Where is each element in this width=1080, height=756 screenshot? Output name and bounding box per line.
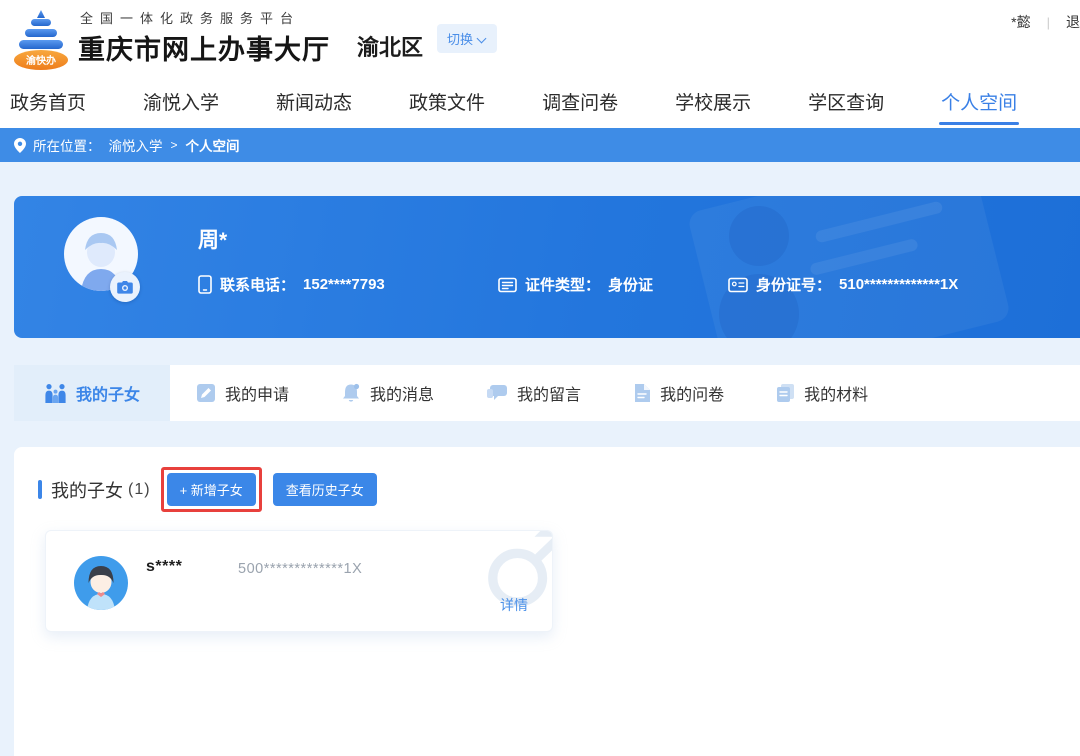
profile-id-number: 身份证号： 510*************1X <box>728 274 958 295</box>
breadcrumb: 所在位置： 渝悦入学 > 个人空间 <box>0 128 1080 162</box>
documents-icon <box>776 383 795 403</box>
profile-cert-type: 证件类型： 身份证 <box>498 274 653 295</box>
main-nav: 政务首页 渝悦入学 新闻动态 政策文件 调查问卷 学校展示 学区查询 个人空间 <box>0 84 1080 128</box>
cert-type-value: 身份证 <box>608 274 653 295</box>
change-avatar-button[interactable] <box>110 272 140 302</box>
personal-space-tabs: 我的子女 我的申请 我的消息 我的留言 <box>14 365 1080 421</box>
tab-my-messages[interactable]: 我的消息 <box>315 365 460 421</box>
switch-label: 切换 <box>447 29 473 48</box>
family-icon <box>44 383 67 403</box>
profile-name: 周* <box>198 224 227 254</box>
svg-text:渝快办: 渝快办 <box>26 54 56 67</box>
tab-label: 我的留言 <box>517 381 581 405</box>
phone-label: 联系电话： <box>220 274 295 295</box>
header-divider: | <box>1047 15 1050 30</box>
site-logo-icon: 渝快办 <box>10 8 72 72</box>
children-count: (1) <box>128 481 151 499</box>
section-title-bar <box>38 480 42 499</box>
breadcrumb-current: 个人空间 <box>186 135 240 155</box>
tab-label: 我的问卷 <box>660 381 724 405</box>
banner-watermark <box>729 206 789 266</box>
platform-name: 全国一体化政务服务平台 <box>80 8 300 27</box>
nav-item-survey[interactable]: 调查问卷 <box>542 84 618 128</box>
pencil-icon <box>196 383 216 403</box>
tab-my-comments[interactable]: 我的留言 <box>460 365 607 421</box>
profile-banner: 周* 联系电话： 152****7793 证件类型： 身份证 <box>14 196 1080 338</box>
tab-label: 我的子女 <box>76 381 140 405</box>
nav-item-home[interactable]: 政务首页 <box>10 84 86 128</box>
chat-bubbles-icon <box>486 384 508 403</box>
tab-my-materials[interactable]: 我的材料 <box>750 365 894 421</box>
logout-button[interactable]: 退出 <box>1066 12 1080 32</box>
add-child-button[interactable]: + 新增子女 <box>167 473 256 506</box>
nav-item-policy[interactable]: 政策文件 <box>409 84 485 128</box>
tab-label: 我的申请 <box>225 381 289 405</box>
child-name: s**** <box>146 558 182 576</box>
view-history-children-button[interactable]: 查看历史子女 <box>273 473 377 506</box>
child-avatar <box>74 556 128 610</box>
phone-value: 152****7793 <box>303 276 385 293</box>
profile-phone: 联系电话： 152****7793 <box>198 274 385 295</box>
site-title: 重庆市网上办事大厅 <box>78 28 330 67</box>
tab-label: 我的消息 <box>370 381 434 405</box>
breadcrumb-prefix: 所在位置： <box>33 135 101 155</box>
nav-item-district-query[interactable]: 学区查询 <box>808 84 884 128</box>
location-pin-icon <box>14 138 26 153</box>
logged-in-user[interactable]: *懿 <box>1011 12 1030 32</box>
annotation-highlight-box: + 新增子女 <box>161 467 262 512</box>
nav-item-personal-space[interactable]: 个人空间 <box>941 84 1017 128</box>
tab-my-questionnaires[interactable]: 我的问卷 <box>607 365 750 421</box>
tab-my-applications[interactable]: 我的申请 <box>170 365 315 421</box>
tab-my-children[interactable]: 我的子女 <box>14 365 170 421</box>
camera-icon <box>117 281 133 294</box>
questionnaire-icon <box>633 383 651 403</box>
child-id-number: 500*************1X <box>238 561 362 577</box>
bell-icon <box>341 383 361 404</box>
cert-type-label: 证件类型： <box>525 274 600 295</box>
children-panel: 我的子女 (1) + 新增子女 查看历史子女 s**** 500********… <box>14 447 1080 756</box>
section-header: 我的子女 (1) + 新增子女 查看历史子女 <box>38 467 377 512</box>
id-number-value: 510*************1X <box>839 276 958 293</box>
section-title: 我的子女 <box>51 477 123 503</box>
id-number-label: 身份证号： <box>756 274 831 295</box>
district-name: 渝北区 <box>357 30 423 62</box>
page: 渝快办 全国一体化政务服务平台 重庆市网上办事大厅 渝北区 切换 *懿 | 退出… <box>0 0 1080 756</box>
user-area: *懿 | 退出 <box>1011 12 1080 32</box>
nav-item-schools[interactable]: 学校展示 <box>675 84 751 128</box>
breadcrumb-parent[interactable]: 渝悦入学 <box>109 135 163 155</box>
chevron-down-icon <box>478 34 487 43</box>
child-card[interactable]: s**** 500*************1X ♂ 详情 <box>45 530 553 632</box>
district-switch-button[interactable]: 切换 <box>437 24 497 53</box>
cert-type-icon <box>498 276 517 293</box>
nav-item-news[interactable]: 新闻动态 <box>276 84 352 128</box>
nav-item-enrollment[interactable]: 渝悦入学 <box>143 84 219 128</box>
id-card-icon <box>728 277 748 293</box>
breadcrumb-separator: > <box>171 138 178 152</box>
header: 渝快办 全国一体化政务服务平台 重庆市网上办事大厅 渝北区 切换 *懿 | 退出 <box>0 0 1080 84</box>
phone-icon <box>198 275 212 294</box>
child-detail-link[interactable]: 详情 <box>500 595 528 615</box>
tab-label: 我的材料 <box>804 381 868 405</box>
